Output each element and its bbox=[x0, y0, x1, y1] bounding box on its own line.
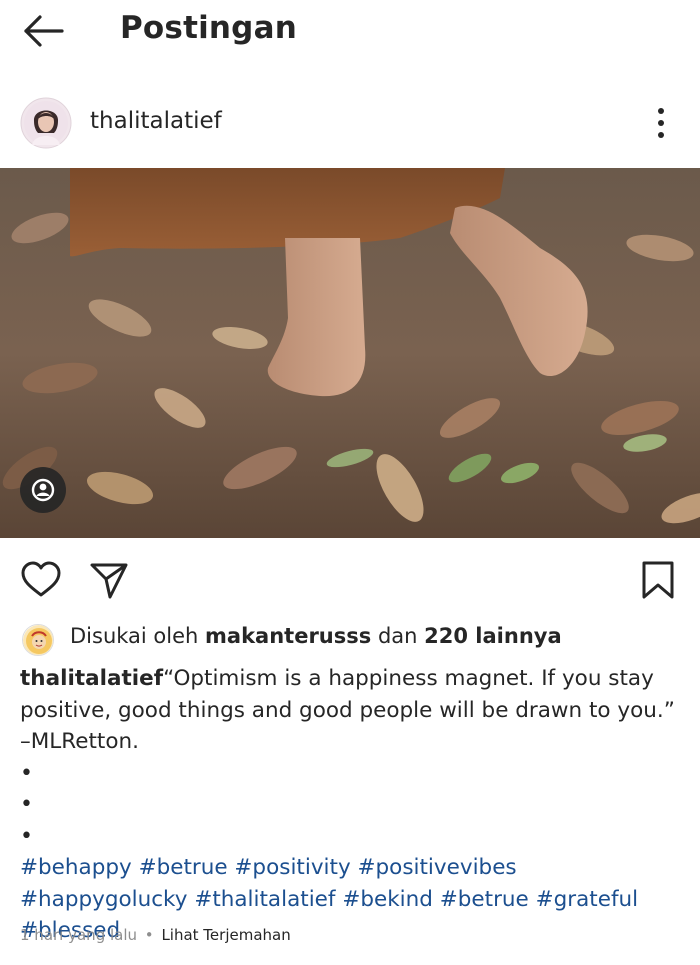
more-vertical-icon bbox=[658, 108, 664, 138]
more-options-button[interactable] bbox=[646, 105, 676, 141]
hashtag[interactable]: #betrue bbox=[440, 887, 529, 912]
heart-icon bbox=[21, 561, 61, 597]
hashtag[interactable]: #happygolucky bbox=[20, 887, 187, 912]
hashtag[interactable]: #behappy bbox=[20, 855, 132, 880]
user-tag-icon bbox=[31, 478, 55, 502]
back-button[interactable] bbox=[22, 12, 66, 50]
hashtag[interactable]: #grateful bbox=[536, 887, 639, 912]
page-title: Postingan bbox=[120, 10, 297, 46]
like-button[interactable] bbox=[20, 559, 62, 601]
likes-prefix: Disukai oleh bbox=[70, 624, 199, 648]
arrow-left-icon bbox=[24, 15, 64, 47]
send-icon bbox=[90, 563, 128, 599]
hashtag[interactable]: #thalitalatief bbox=[194, 887, 335, 912]
post-caption: thalitalatief“Optimism is a happiness ma… bbox=[20, 663, 680, 947]
post-header: thalitalatief bbox=[0, 95, 700, 153]
post-photo[interactable] bbox=[0, 168, 700, 538]
likes-others[interactable]: 220 lainnya bbox=[424, 624, 561, 648]
likes-middle: dan bbox=[377, 624, 418, 648]
post-username[interactable]: thalitalatief bbox=[90, 108, 222, 134]
hashtag[interactable]: #positivity bbox=[234, 855, 350, 880]
share-button[interactable] bbox=[88, 559, 130, 601]
bookmark-icon bbox=[642, 561, 674, 599]
meta-separator: • bbox=[144, 926, 154, 944]
caption-bullet bbox=[20, 758, 680, 790]
caption-bullet bbox=[20, 789, 680, 821]
action-bar bbox=[0, 555, 700, 605]
liker-avatar[interactable] bbox=[22, 624, 54, 656]
caption-bullet bbox=[20, 821, 680, 853]
post-time: 1 hari yang lalu bbox=[20, 926, 138, 944]
hashtag[interactable]: #bekind bbox=[342, 887, 433, 912]
likes-row: Disukai oleh makanterusss dan 220 lainny… bbox=[0, 622, 700, 656]
tag-people-button[interactable] bbox=[20, 467, 66, 513]
likes-text[interactable]: Disukai oleh makanterusss dan 220 lainny… bbox=[70, 624, 562, 648]
top-bar: Postingan bbox=[0, 0, 700, 62]
see-translation-link[interactable]: Lihat Terjemahan bbox=[161, 926, 290, 944]
hashtag[interactable]: #betrue bbox=[139, 855, 228, 880]
liker-username[interactable]: makanterusss bbox=[205, 624, 371, 648]
post-meta: 1 hari yang lalu • Lihat Terjemahan bbox=[20, 926, 291, 944]
save-button[interactable] bbox=[638, 559, 678, 601]
avatar[interactable] bbox=[20, 97, 72, 149]
caption-username[interactable]: thalitalatief bbox=[20, 666, 163, 691]
hashtag[interactable]: #positivevibes bbox=[358, 855, 517, 880]
